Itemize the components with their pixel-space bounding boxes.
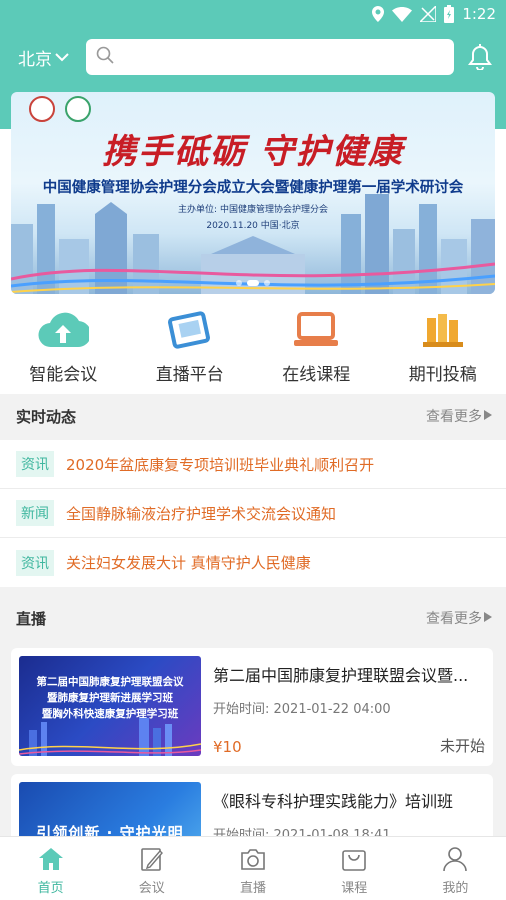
menu-item-smart-meeting[interactable]: 智能会议 <box>0 302 127 394</box>
tab-label: 会议 <box>138 881 165 896</box>
banner-carousel[interactable]: 携手砥砺 守护健康 中国健康管理协会护理分会成立大会暨健康护理第一届学术研讨会 … <box>11 92 495 294</box>
tab-course[interactable]: 课程 <box>304 837 405 900</box>
books-icon <box>417 310 469 350</box>
section-title: 实时动态 <box>16 407 77 426</box>
user-icon <box>441 845 469 873</box>
tab-mine[interactable]: 我的 <box>405 837 506 900</box>
menu-item-live-platform[interactable]: 直播平台 <box>127 302 254 394</box>
live-title: 第二届中国肺康复护理联盟会议暨... <box>213 666 469 685</box>
live-card-body: 《眼科专科护理实践能力》培训班 开始时间: 2021-01-08 18:41 <box>201 782 485 836</box>
tab-label: 首页 <box>37 881 64 896</box>
city-selector[interactable]: 北京 <box>18 45 86 70</box>
thumb-slogan: 引领创新 · 守护光明 <box>36 824 184 836</box>
tab-meeting[interactable]: 会议 <box>101 837 202 900</box>
menu-item-online-course[interactable]: 在线课程 <box>253 302 380 394</box>
bottom-tab-bar: 首页 会议 直播 课程 我的 <box>0 836 506 900</box>
bell-icon[interactable] <box>466 43 494 71</box>
live-thumbnail: 引领创新 · 守护光明 <box>19 782 201 836</box>
thumb-line: 暨肺康复护理新进展学习班 <box>47 692 173 704</box>
city-label: 北京 <box>18 49 52 70</box>
home-icon <box>37 845 65 873</box>
tab-home[interactable]: 首页 <box>0 837 101 900</box>
no-signal-icon <box>420 6 437 22</box>
menu-item-journal-submission[interactable]: 期刊投稿 <box>380 302 506 394</box>
carousel-dot-active[interactable] <box>247 280 259 286</box>
cloud-upload-icon <box>37 310 90 350</box>
caret-right-icon <box>484 610 492 626</box>
skyline-illustration <box>11 194 495 294</box>
tab-label: 直播 <box>240 881 267 896</box>
search-input[interactable] <box>122 49 454 65</box>
nursing-logo <box>65 96 91 122</box>
news-item[interactable]: 新闻 全国静脉输液治疗护理学术交流会议通知 <box>0 489 506 538</box>
search-box[interactable] <box>86 39 454 75</box>
news-title: 关注妇女发展大计 真情守护人民健康 <box>66 554 311 572</box>
battery-charging-icon <box>444 5 455 23</box>
carousel-dot[interactable] <box>236 280 242 286</box>
chevron-down-icon <box>55 47 69 67</box>
banner-logos <box>29 96 91 122</box>
more-label: 查看更多 <box>426 409 482 425</box>
live-card-body: 第二届中国肺康复护理联盟会议暨... 开始时间: 2021-01-22 04:0… <box>201 656 485 758</box>
more-label: 查看更多 <box>426 611 482 627</box>
edit-icon <box>138 845 166 873</box>
menu-label: 直播平台 <box>155 365 224 385</box>
live-thumbnail: 第二届中国肺康复护理联盟会议 暨肺康复护理新进展学习班 暨胸外科快速康复护理学习… <box>19 656 201 756</box>
live-price: ¥10 <box>213 738 242 756</box>
live-status: 未开始 <box>439 737 485 755</box>
live-card[interactable]: 第二届中国肺康复护理联盟会议 暨肺康复护理新进展学习班 暨胸外科快速康复护理学习… <box>11 648 493 766</box>
news-tag: 新闻 <box>16 500 54 526</box>
live-title: 《眼科专科护理实践能力》培训班 <box>213 792 454 811</box>
live-card[interactable]: 引领创新 · 守护光明 《眼科专科护理实践能力》培训班 开始时间: 2021-0… <box>11 774 493 836</box>
live-start-time: 开始时间: 2021-01-22 04:00 <box>213 702 391 717</box>
location-icon <box>372 6 385 22</box>
menu-label: 智能会议 <box>29 365 98 385</box>
news-tag: 资讯 <box>16 451 54 477</box>
carousel-dot[interactable] <box>264 280 270 286</box>
menu-label: 期刊投稿 <box>408 365 477 385</box>
camera-icon <box>239 845 267 873</box>
news-list: 资讯 2020年盆底康复专项培训班毕业典礼顺利召开 新闻 全国静脉输液治疗护理学… <box>0 440 506 587</box>
caret-right-icon <box>484 408 492 424</box>
quick-menu: 智能会议 直播平台 在线课程 期刊投稿 <box>0 302 506 394</box>
tablet-icon <box>164 310 216 350</box>
city-night-illustration <box>19 718 201 756</box>
live-section-header: 直播 查看更多 <box>0 596 506 640</box>
news-section-header: 实时动态 查看更多 <box>0 394 506 438</box>
tab-label: 课程 <box>341 881 368 896</box>
tab-label: 我的 <box>442 881 469 896</box>
top-header: 北京 <box>0 28 506 86</box>
laptop-icon <box>290 310 342 350</box>
association-logo <box>29 96 55 122</box>
menu-label: 在线课程 <box>282 365 351 385</box>
wifi-icon <box>392 6 413 22</box>
news-item[interactable]: 资讯 关注妇女发展大计 真情守护人民健康 <box>0 538 506 587</box>
live-start-time: 开始时间: 2021-01-08 18:41 <box>213 828 391 836</box>
thumb-line: 第二届中国肺康复护理联盟会议 <box>36 676 184 688</box>
clock-time: 1:22 <box>462 5 496 23</box>
tab-live[interactable]: 直播 <box>202 837 303 900</box>
carousel-indicators <box>11 280 495 286</box>
news-more-link[interactable]: 查看更多 <box>426 406 492 426</box>
banner-area: 携手砥砺 守护健康 中国健康管理协会护理分会成立大会暨健康护理第一届学术研讨会 … <box>0 86 506 302</box>
live-list: 第二届中国肺康复护理联盟会议 暨肺康复护理新进展学习班 暨胸外科快速康复护理学习… <box>0 640 506 836</box>
news-tag: 资讯 <box>16 549 54 576</box>
news-item[interactable]: 资讯 2020年盆底康复专项培训班毕业典礼顺利召开 <box>0 440 506 489</box>
banner-slogan: 携手砥砺 守护健康 <box>102 132 404 172</box>
news-title: 2020年盆底康复专项培训班毕业典礼顺利召开 <box>66 455 375 474</box>
live-more-link[interactable]: 查看更多 <box>426 608 492 628</box>
news-title: 全国静脉输液治疗护理学术交流会议通知 <box>66 504 337 523</box>
bag-icon <box>340 845 368 873</box>
search-icon <box>96 46 114 68</box>
status-bar: 1:22 <box>0 0 506 28</box>
section-title: 直播 <box>16 609 47 628</box>
